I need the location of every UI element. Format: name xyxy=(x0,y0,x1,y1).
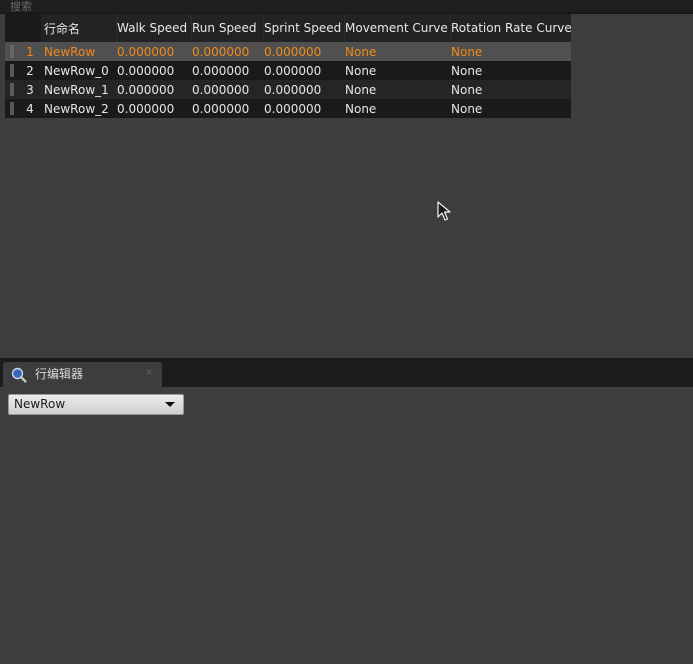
table-row[interactable]: 3 NewRow_1 0.000000 0.000000 0.000000 No… xyxy=(5,80,571,99)
header-handle-area xyxy=(5,14,41,42)
drag-handle-icon[interactable] xyxy=(5,99,19,118)
run-speed-cell[interactable]: 0.000000 xyxy=(192,80,264,99)
run-speed-cell[interactable]: 0.000000 xyxy=(192,61,264,80)
movement-curve-cell[interactable]: None xyxy=(345,42,451,61)
row-name-cell[interactable]: NewRow xyxy=(44,42,116,61)
close-icon[interactable]: ✕ xyxy=(143,368,155,380)
tab-row-editor[interactable]: 行编辑器 ✕ xyxy=(3,362,162,387)
run-speed-cell[interactable]: 0.000000 xyxy=(192,99,264,118)
drag-handle-icon[interactable] xyxy=(5,80,19,99)
row-name-cell[interactable]: NewRow_0 xyxy=(44,61,116,80)
tab-label: 行编辑器 xyxy=(35,367,84,381)
rotation-rate-curve-cell[interactable]: None xyxy=(451,99,571,118)
dropdown-selected-value: NewRow xyxy=(14,397,66,411)
data-table: 行命名 Walk Speed Run Speed Sprint Speed Mo… xyxy=(5,14,571,118)
column-header-row-name[interactable]: 行命名 xyxy=(44,14,116,42)
row-index: 3 xyxy=(26,82,34,97)
walk-speed-cell[interactable]: 0.000000 xyxy=(117,99,192,118)
column-divider[interactable] xyxy=(344,14,345,42)
magnifier-icon xyxy=(11,367,27,383)
column-header-sprint-speed[interactable]: Sprint Speed xyxy=(264,14,344,42)
column-header-rotation-rate-curve[interactable]: Rotation Rate Curve xyxy=(451,14,571,42)
walk-speed-cell[interactable]: 0.000000 xyxy=(117,80,192,99)
rotation-rate-curve-cell[interactable]: None xyxy=(451,42,571,61)
sprint-speed-cell[interactable]: 0.000000 xyxy=(264,61,344,80)
table-row[interactable]: 1 NewRow 0.000000 0.000000 0.000000 None… xyxy=(5,42,571,61)
column-divider[interactable] xyxy=(450,14,451,42)
sprint-speed-cell[interactable]: 0.000000 xyxy=(264,99,344,118)
sprint-speed-cell[interactable]: 0.000000 xyxy=(264,80,344,99)
drag-handle-icon[interactable] xyxy=(5,61,19,80)
table-row[interactable]: 4 NewRow_2 0.000000 0.000000 0.000000 No… xyxy=(5,99,571,118)
walk-speed-cell[interactable]: 0.000000 xyxy=(117,42,192,61)
chevron-down-icon xyxy=(165,402,175,407)
sprint-speed-cell[interactable]: 0.000000 xyxy=(264,42,344,61)
run-speed-cell[interactable]: 0.000000 xyxy=(192,42,264,61)
search-input[interactable] xyxy=(0,0,693,13)
column-header-walk-speed[interactable]: Walk Speed xyxy=(117,14,192,42)
drag-handle-icon[interactable] xyxy=(5,42,19,61)
column-divider[interactable] xyxy=(263,14,264,42)
movement-curve-cell[interactable]: None xyxy=(345,80,451,99)
movement-curve-cell[interactable]: None xyxy=(345,99,451,118)
row-index: 1 xyxy=(26,44,34,59)
row-index: 4 xyxy=(26,101,34,116)
row-editor-tab-strip: 行编辑器 ✕ xyxy=(0,362,693,387)
column-divider[interactable] xyxy=(191,14,192,42)
rotation-rate-curve-cell[interactable]: None xyxy=(451,80,571,99)
table-row[interactable]: 2 NewRow_0 0.000000 0.000000 0.000000 No… xyxy=(5,61,571,80)
row-select-dropdown[interactable]: NewRow xyxy=(8,394,184,415)
column-divider[interactable] xyxy=(116,14,117,42)
table-header-row: 行命名 Walk Speed Run Speed Sprint Speed Mo… xyxy=(5,14,571,42)
search-bar xyxy=(0,0,693,14)
movement-curve-cell[interactable]: None xyxy=(345,61,451,80)
row-name-cell[interactable]: NewRow_2 xyxy=(44,99,116,118)
row-index: 2 xyxy=(26,63,34,78)
column-header-movement-curve[interactable]: Movement Curve xyxy=(345,14,451,42)
mouse-cursor-icon xyxy=(437,201,451,221)
row-name-cell[interactable]: NewRow_1 xyxy=(44,80,116,99)
column-header-run-speed[interactable]: Run Speed xyxy=(192,14,264,42)
walk-speed-cell[interactable]: 0.000000 xyxy=(117,61,192,80)
rotation-rate-curve-cell[interactable]: None xyxy=(451,61,571,80)
